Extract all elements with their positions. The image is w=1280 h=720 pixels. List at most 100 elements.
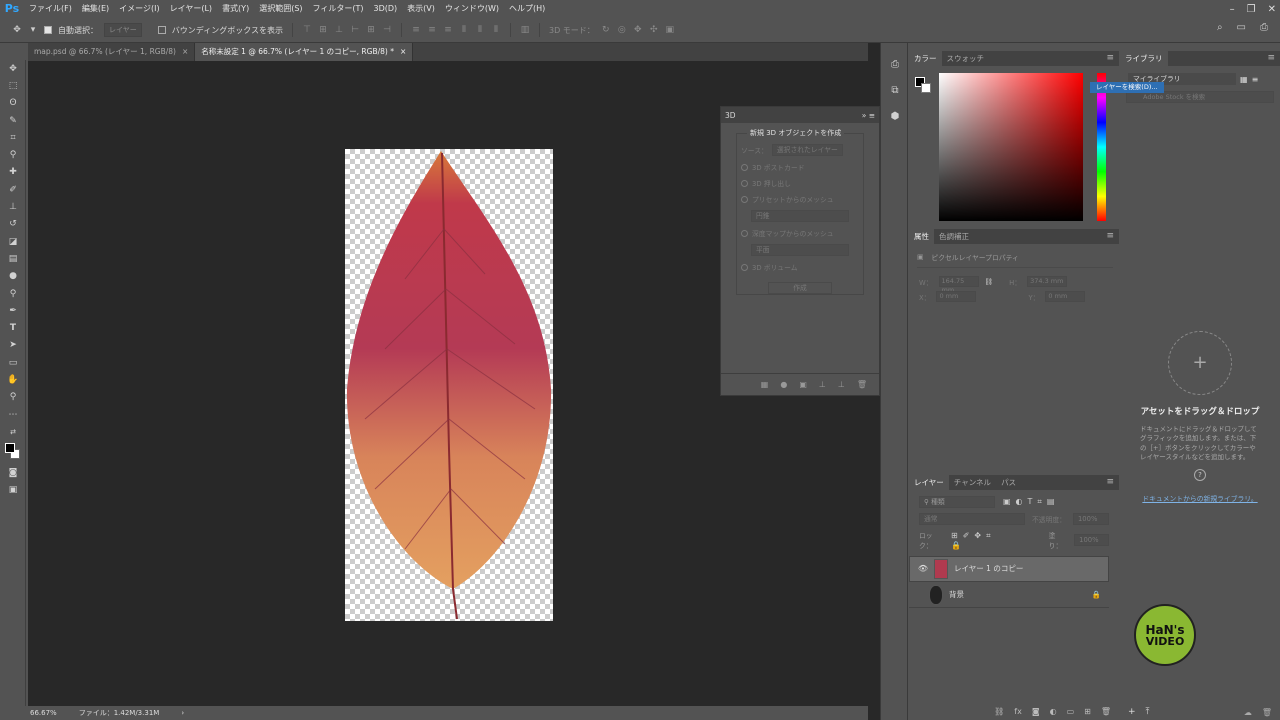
move-tool-icon[interactable]: ✥ [12, 25, 22, 35]
crop-tool-icon[interactable]: ⌗ [0, 129, 26, 146]
tab-layers[interactable]: レイヤー [909, 475, 949, 490]
y-field[interactable]: 0 mm [1045, 291, 1086, 302]
type-tool-icon[interactable]: T [0, 319, 26, 336]
distribute-left-icon[interactable]: ⦀ [459, 25, 469, 35]
trash-icon[interactable]: 🗑 [857, 380, 867, 389]
hue-slider[interactable] [1097, 73, 1106, 221]
lasso-tool-icon[interactable]: ʘ [0, 95, 26, 112]
menu-layer[interactable]: レイヤー(L) [165, 0, 217, 18]
adjustment-icon[interactable]: ◐ [1050, 707, 1057, 716]
tab-untitled-1[interactable]: 名称未設定 1 @ 66.7% (レイヤー 1 のコピー, RGB/8) * × [195, 43, 414, 61]
document-canvas[interactable] [345, 149, 553, 621]
zoom-tool-icon[interactable]: ⚲ [0, 389, 26, 406]
menu-file[interactable]: ファイル(F) [24, 0, 77, 18]
dodge-tool-icon[interactable]: ⚲ [0, 285, 26, 302]
move-tool-icon[interactable]: ✥ [0, 60, 26, 77]
align-bottom-icon[interactable]: ⊥ [334, 25, 344, 35]
history-panel-icon[interactable]: ⎙ [881, 51, 909, 77]
help-icon[interactable]: ? [1194, 468, 1206, 481]
link-icon[interactable]: ⛓ [985, 278, 994, 286]
mesh-icon[interactable]: ▣ [799, 380, 807, 389]
trash-icon[interactable]: 🗑 [1262, 708, 1272, 717]
grid-view-icon[interactable]: ▦ [1240, 75, 1248, 84]
distribute-bottom-icon[interactable]: ≡ [443, 25, 453, 35]
lock-icons[interactable]: ⊞✐✥⌗🔒 [951, 531, 1008, 550]
preset-mesh-dropdown[interactable]: 円錐 [751, 210, 849, 222]
properties-panel-icon[interactable]: ⧉ [881, 77, 909, 103]
add-light-icon[interactable]: ⊥ [838, 380, 845, 389]
tab-swatches[interactable]: スウォッチ [942, 51, 990, 66]
marquee-tool-icon[interactable]: ⬚ [0, 77, 26, 94]
roll-3d-icon[interactable]: ◎ [617, 25, 627, 35]
healing-brush-icon[interactable]: ✚ [0, 164, 26, 181]
minimize-icon[interactable]: – [1230, 4, 1235, 15]
path-select-icon[interactable]: ➤ [0, 337, 26, 354]
menu-filter[interactable]: フィルター(T) [308, 0, 369, 18]
close-icon[interactable]: × [182, 47, 188, 56]
pen-tool-icon[interactable]: ✒ [0, 302, 26, 319]
rectangle-tool-icon[interactable]: ▭ [0, 354, 26, 371]
tab-color[interactable]: カラー [909, 51, 942, 66]
distribute-right-icon[interactable]: ⦀ [491, 25, 501, 35]
tab-library[interactable]: ライブラリ [1120, 51, 1168, 66]
panel-menu-icon[interactable]: ≡ [1106, 475, 1114, 490]
radio-postcard[interactable] [741, 163, 748, 171]
close-icon[interactable]: × [400, 47, 406, 56]
gradient-tool-icon[interactable]: ▤ [0, 250, 26, 267]
foreground-color-icon[interactable] [5, 442, 15, 453]
filter-icons[interactable]: ▣◐T⌗▤ [1003, 497, 1060, 507]
tab-paths[interactable]: パス [996, 475, 1021, 490]
radio-volume[interactable] [741, 263, 748, 271]
new-library-link[interactable]: ドキュメントからの新規ライブラリ。 [1120, 493, 1280, 503]
source-dropdown[interactable]: 選択されたレイヤー [771, 144, 843, 156]
scale-3d-icon[interactable]: ▣ [665, 25, 675, 35]
status-arrow[interactable]: › [181, 709, 184, 717]
panel-menu-icon[interactable]: » ≡ [862, 111, 875, 120]
share-icon[interactable]: ⎙ [1260, 22, 1268, 33]
menu-type[interactable]: 書式(Y) [217, 0, 254, 18]
hand-tool-icon[interactable]: ✋ [0, 371, 26, 388]
layer-kind-filter[interactable]: ⚲ 種類 [919, 496, 995, 508]
distribute-top-icon[interactable]: ≡ [411, 25, 421, 35]
3d-panel-icon[interactable]: ⬢ [881, 103, 909, 129]
slide-3d-icon[interactable]: ✣ [649, 25, 659, 35]
stamp-tool-icon[interactable]: ⊥ [0, 198, 26, 215]
orbit-3d-icon[interactable]: ↻ [601, 25, 611, 35]
x-field[interactable]: 0 mm [936, 291, 977, 302]
list-view-icon[interactable]: ≡ [1252, 75, 1259, 84]
menu-select[interactable]: 選択範囲(S) [254, 0, 307, 18]
blend-mode-dropdown[interactable]: 通常 [919, 513, 1025, 525]
workspace-icon[interactable]: ▭ [1237, 22, 1246, 33]
quick-select-tool-icon[interactable]: ✎ [0, 112, 26, 129]
radio-extrusion[interactable] [741, 179, 748, 187]
zoom-level[interactable]: 66.67% [30, 709, 57, 717]
radio-depth-map[interactable] [741, 229, 748, 237]
more-tools-icon[interactable]: ⋯ [0, 406, 26, 423]
fill-field[interactable]: 100% [1074, 534, 1110, 546]
history-brush-icon[interactable]: ↺ [0, 216, 26, 233]
align-top-icon[interactable]: ⊤ [302, 25, 312, 35]
panel-3d-title[interactable]: 3D [725, 111, 736, 120]
menu-image[interactable]: イメージ(I) [114, 0, 164, 18]
create-button[interactable]: 作成 [768, 282, 832, 294]
distribute-vcenter-icon[interactable]: ≡ [427, 25, 437, 35]
auto-align-icon[interactable]: ▥ [520, 25, 530, 35]
eyedropper-tool-icon[interactable]: ⚲ [0, 146, 26, 163]
radio-preset-mesh[interactable] [741, 195, 748, 203]
tab-properties[interactable]: 属性 [909, 229, 934, 244]
layer-row[interactable]: 👁 レイヤー 1 のコピー [909, 556, 1109, 582]
tab-channels[interactable]: チャンネル [949, 475, 996, 490]
panel-menu-icon[interactable]: ≡ [1106, 51, 1114, 66]
panel-menu-icon[interactable]: ≡ [1267, 51, 1275, 66]
color-field[interactable] [939, 73, 1083, 221]
mask-icon[interactable]: ◙ [1032, 707, 1040, 716]
layer-row[interactable]: 背景 🔒 [909, 582, 1109, 608]
tab-map-psd[interactable]: map.psd @ 66.7% (レイヤー 1, RGB/8) × [28, 43, 196, 61]
blur-tool-icon[interactable]: ● [0, 268, 26, 285]
width-field[interactable]: 164.75 mm [938, 276, 979, 294]
search-icon[interactable]: ⌕ [1217, 22, 1223, 33]
fx-icon[interactable]: fx [1014, 707, 1022, 716]
ground-icon[interactable]: ⊥ [819, 380, 826, 389]
menu-3d[interactable]: 3D(D) [369, 0, 403, 18]
menu-window[interactable]: ウィンドウ(W) [440, 0, 504, 18]
